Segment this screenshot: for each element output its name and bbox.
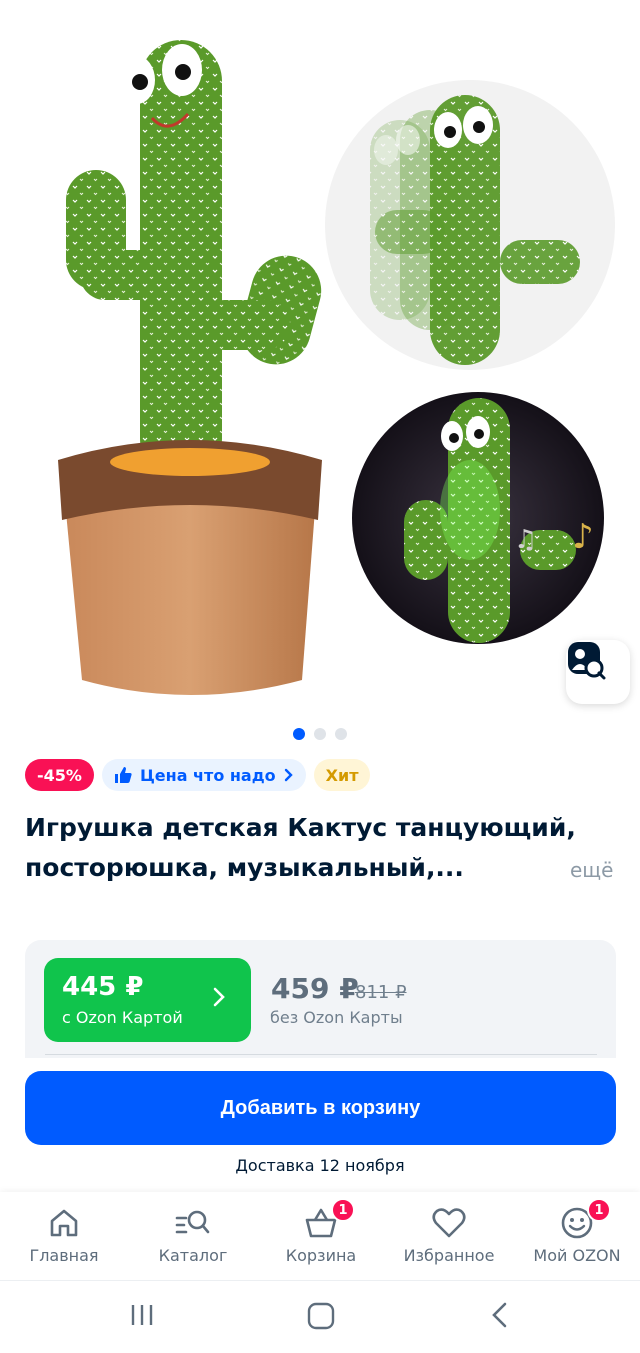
visual-search-button[interactable] (566, 640, 630, 704)
home-button-icon[interactable] (306, 1301, 336, 1331)
gallery-pager (0, 728, 640, 740)
price-card: 445 ₽ с Ozon Картой 459 ₽ 811 ₽ без Ozon… (25, 940, 616, 1058)
tab-my-ozon[interactable]: 1 Мой OZON (526, 1192, 628, 1280)
image-search-icon (568, 642, 606, 680)
cart-counter-badge: 1 (331, 1198, 355, 1222)
regular-price: 459 ₽ (271, 972, 359, 1005)
svg-text:♫: ♫ (514, 525, 537, 555)
regular-price-label: без Ozon Карты (270, 1008, 403, 1027)
ozon-card-label: с Ozon Картой (62, 1008, 183, 1027)
svg-text:♪: ♪ (572, 517, 594, 557)
tab-cart[interactable]: 1 Корзина (276, 1192, 366, 1280)
chevron-right-icon (213, 987, 225, 1007)
tab-catalog[interactable]: Каталог (148, 1192, 238, 1280)
thumbs-up-icon (114, 767, 132, 783)
tab-label: Мой OZON (533, 1246, 621, 1265)
tab-label: Корзина (285, 1246, 357, 1265)
hit-badge: Хит (313, 759, 371, 791)
pager-dot[interactable] (335, 728, 347, 740)
product-title: Игрушка детская Кактус танцующий, постор… (25, 813, 576, 882)
price-label-badge[interactable]: Цена что надо (101, 759, 306, 791)
product-gallery[interactable]: ♪ ♫ (0, 0, 640, 720)
profile-counter-badge: 1 (587, 1198, 611, 1222)
add-to-cart-button[interactable]: Добавить в корзину (25, 1071, 616, 1145)
ozon-card-price: 445 ₽ (62, 972, 144, 1002)
ozon-card-price-button[interactable]: 445 ₽ с Ozon Картой (44, 958, 251, 1042)
pager-dot[interactable] (314, 728, 326, 740)
pager-dot-active[interactable] (293, 728, 305, 740)
discount-badge: -45% (25, 759, 94, 791)
divider (45, 1054, 597, 1055)
bottom-tab-bar: Главная Каталог 1 Корзина Избранное 1 Мо… (0, 1192, 640, 1280)
tab-label: Главная (29, 1246, 99, 1265)
tab-label: Избранное (403, 1246, 495, 1265)
tab-label: Каталог (158, 1246, 228, 1265)
home-icon (50, 1209, 78, 1237)
price-label-text: Цена что надо (139, 765, 276, 785)
more-link[interactable]: ещё (570, 858, 613, 882)
heart-icon (432, 1208, 466, 1238)
catalog-search-icon (175, 1210, 210, 1234)
chevron-right-icon (284, 768, 293, 782)
recent-apps-icon[interactable] (128, 1301, 156, 1329)
tab-favorites[interactable]: Избранное (398, 1192, 500, 1280)
product-badges: -45% Цена что надо Хит (25, 759, 371, 791)
tab-home[interactable]: Главная (18, 1192, 110, 1280)
old-price: 811 ₽ (355, 982, 407, 1003)
delivery-date: Доставка 12 ноября (235, 1156, 405, 1175)
back-icon[interactable] (488, 1301, 512, 1329)
product-image[interactable]: ♪ ♫ (0, 0, 640, 720)
system-navigation-bar (0, 1280, 640, 1353)
